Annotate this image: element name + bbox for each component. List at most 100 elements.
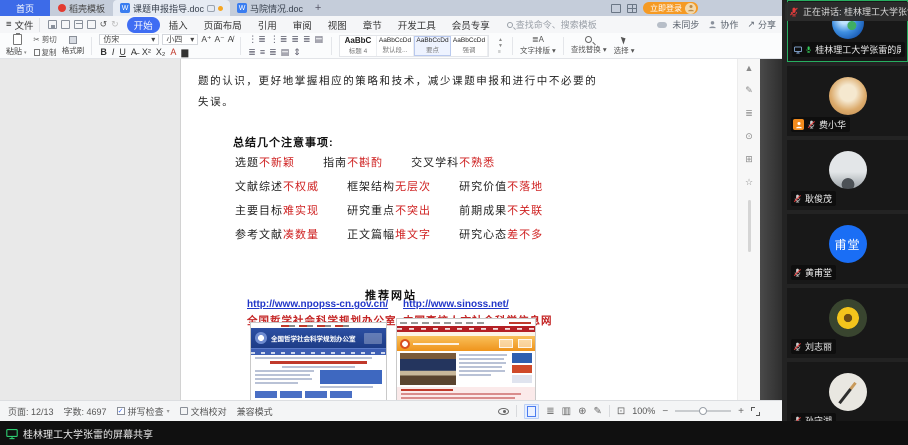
find-replace-button[interactable]: 查找替换 ▾ [571,36,607,55]
tab-document-1[interactable]: W 课题申报指导.doc [113,0,230,16]
book-view-icon[interactable]: ▥ [562,406,571,417]
style-heading4[interactable]: AaBbC 标题 4 [340,36,377,56]
select-button[interactable]: 选择 ▾ [614,36,635,56]
window-tab-bar: 首页 稻壳模板 W 课题申报指导.doc W 马院情况.doc + 立即登录 [0,0,782,16]
style-keypoint[interactable]: AaBbCcDd 要点 [414,36,451,56]
site-link[interactable]: http://www.npopss-cn.gov.cn/ [247,299,397,310]
indent-increase-icon[interactable]: ≣ [303,34,312,45]
text-layout-button[interactable]: ≣A 文字排版 ▾ [520,35,556,56]
menu-item-insert[interactable]: 插入 [162,17,195,33]
align-right-icon[interactable]: ≣ [269,47,278,58]
menu-item-review[interactable]: 审阅 [286,17,319,33]
zoom-slider[interactable] [675,410,731,412]
scroll-up-icon[interactable]: ▲ [745,63,754,73]
menu-item-member[interactable]: 会员专享 [445,17,497,33]
menu-item-start[interactable]: 开始 [127,17,160,33]
participant-tile[interactable]: 费小华 [787,66,908,136]
indent-decrease-icon[interactable]: ≣ [291,34,300,45]
notes-heading: 总结几个注意事项: [233,134,334,150]
proofread-button[interactable]: 文档校对 [180,405,227,418]
new-tab-button[interactable]: + [310,0,326,16]
login-button[interactable]: 立即登录 [643,2,698,14]
redo-icon[interactable]: ↻ [111,19,119,30]
styles-scroll-arrows[interactable]: ▲▼≡ [496,36,505,56]
clear-format-icon[interactable]: A̸ [228,34,234,44]
share-button[interactable]: ↗分享 [747,18,776,31]
sort-icon[interactable]: ▤ [314,34,324,45]
command-search[interactable]: 查找命令、搜索模板 [507,18,597,31]
style-emphasis[interactable]: AaBbCcDd 强调 [451,36,488,56]
font-size-select[interactable]: 小四▾ [162,34,198,45]
font-family-select[interactable]: 仿宋▾ [99,34,159,45]
word-count[interactable]: 字数: 4697 [64,405,107,418]
participant-tile[interactable]: 孙守湖 [787,362,908,421]
participant-tile[interactable]: 甫堂 黄甫堂 [787,214,908,284]
format-painter-button[interactable]: 格式刷 [62,36,85,56]
site-link[interactable]: http://www.sinoss.net/ [403,299,553,310]
document-page[interactable]: 题的认识，更好地掌握相应的策略和技术，减少课题申报和进行中不必要的 失误。 总结… [181,59,737,400]
highlight-icon[interactable]: ▆ [180,47,189,58]
collaborate-button[interactable]: 协作 [708,18,738,31]
zoom-level[interactable]: 100% [632,406,655,416]
menu-item-view[interactable]: 视图 [321,17,354,33]
scrollbar-thumb[interactable] [748,200,751,252]
eye-protect-icon[interactable] [498,408,509,415]
menu-item-page-layout[interactable]: 页面布局 [197,17,249,33]
bullet-list-icon[interactable]: ⋮≣ [248,34,267,45]
subscript-icon[interactable]: X₂ [155,47,167,57]
undo-icon[interactable]: ↺ [100,19,108,30]
italic-icon[interactable]: I [111,47,116,57]
web-view-icon[interactable]: ⊕ [578,406,586,417]
tab-docer-templates[interactable]: 稻壳模板 [50,0,113,16]
menu-item-section[interactable]: 章节 [356,17,389,33]
grow-font-icon[interactable]: A⁺ [201,34,211,45]
spellcheck-toggle[interactable]: ✓拼写检查▾ [117,405,170,418]
zoom-in-icon[interactable]: + [738,406,744,417]
fullscreen-icon[interactable] [751,407,760,416]
line-spacing-icon[interactable]: ⇕ [293,47,302,58]
menu-item-references[interactable]: 引用 [251,17,284,33]
strikethrough-icon[interactable]: A̶ [130,47,138,57]
page-view-button[interactable] [524,404,539,419]
tab-document-2[interactable]: W 马院情况.doc [230,0,310,16]
underline-icon[interactable]: U [118,47,127,57]
number-list-icon[interactable]: ⋮≣ [270,34,289,45]
member-badge-icon [793,119,804,130]
export-icon[interactable] [61,20,70,29]
grid-pane-icon[interactable]: ⊞ [745,154,753,165]
file-menu[interactable]: ≡ 文件 [6,18,40,32]
issue-text: 参考文献 [235,229,283,241]
outline-view-icon[interactable]: ≣ [546,406,554,417]
edit-pen-icon[interactable]: ✎ [594,406,602,417]
menu-item-dev-tools[interactable]: 开发工具 [391,17,443,33]
participant-tile[interactable]: 耿俊茂 [787,140,908,210]
pen-icon[interactable]: ✎ [745,85,753,96]
fit-page-icon[interactable]: ⊡ [617,406,625,417]
issue-red-text: 凑数量 [283,229,319,241]
target-icon[interactable]: ⊙ [745,131,753,142]
star-icon[interactable]: ☆ [745,177,753,188]
sync-status[interactable]: 未同步 [657,18,699,31]
paste-button[interactable]: 粘贴▾ [6,34,29,57]
apps-grid-icon[interactable] [627,4,637,13]
shrink-font-icon[interactable]: A⁻ [214,34,224,45]
site-logo-icon [400,339,410,349]
align-left-icon[interactable]: ≣ [248,47,257,58]
style-default[interactable]: AaBbCcDd 默认段... [377,36,414,56]
workspace-icon[interactable] [611,4,621,13]
print-icon[interactable] [74,20,83,29]
save-icon[interactable] [48,20,57,29]
font-color-icon[interactable]: A [169,47,177,57]
outline-pane-icon[interactable]: ≣ [745,108,753,119]
bold-icon[interactable]: B [99,47,108,57]
zoom-slider-thumb[interactable] [699,407,707,415]
align-center-icon[interactable]: ≡ [260,47,266,57]
zoom-out-icon[interactable]: − [662,406,668,417]
cut-button[interactable]: ✂剪切 [34,34,57,45]
copy-button[interactable]: 复制 [34,47,57,58]
tab-home[interactable]: 首页 [0,0,50,16]
participant-tile[interactable]: 刘志丽 [787,288,908,358]
preview-icon[interactable] [87,20,96,29]
justify-icon[interactable]: ▤ [281,47,291,58]
superscript-icon[interactable]: X² [141,47,152,57]
